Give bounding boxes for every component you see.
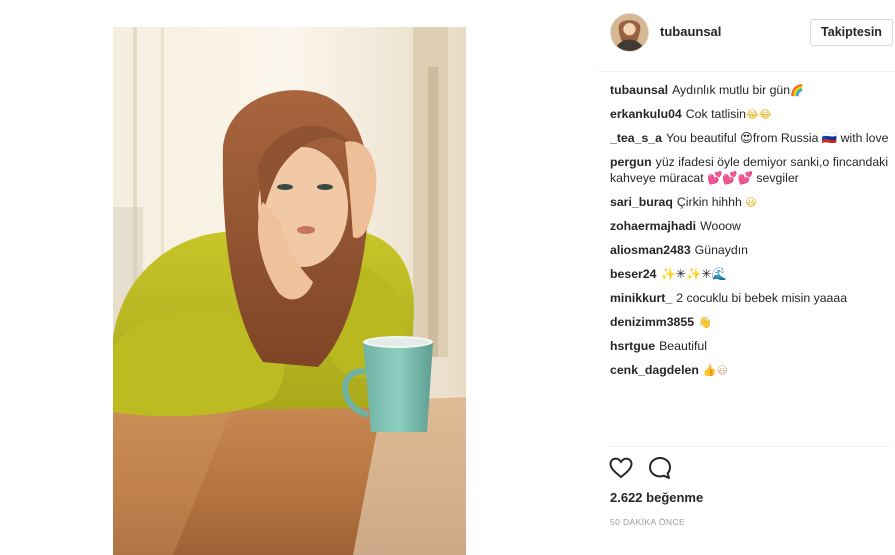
comment-item: zohaermajhadi Wooow	[610, 218, 890, 234]
following-button[interactable]: Takiptesin	[810, 19, 893, 46]
comment-item: cenk_dagdelen 👍😃	[610, 362, 890, 378]
comment-item: pergun yüz ifadesi öyle demiyor sanki,o f…	[610, 154, 890, 186]
post-photo-illustration	[113, 27, 466, 555]
comment-text: Aydınlık mutlu bir gün	[672, 83, 791, 97]
comment-item: beser24 ✨✳✨✳🌊	[610, 266, 890, 282]
comment-author[interactable]: aliosman2483	[610, 243, 691, 257]
comment-author[interactable]: denizimm3855	[610, 315, 694, 329]
comment-author[interactable]: cenk_dagdelen	[610, 363, 699, 377]
comment-item: denizimm3855 👋	[610, 314, 890, 330]
like-count[interactable]: 2.622 beğenme	[610, 490, 703, 505]
comment-icon[interactable]	[647, 455, 673, 481]
post-side-panel: tubaunsal Takiptesin tubaunsal Aydınlık m…	[598, 0, 895, 555]
laughing-face-icon: 😂😂	[745, 109, 772, 121]
rainbow-icon: 🌈	[790, 85, 804, 97]
comment-item: sari_buraq Çirkin hihhh 😃	[610, 194, 890, 210]
comment-text: ✨✳✨✳🌊	[660, 267, 728, 281]
heart-icon[interactable]	[608, 455, 634, 481]
comment-item: aliosman2483 Günaydın	[610, 242, 890, 258]
comment-author[interactable]: hsrtgue	[610, 339, 655, 353]
thumbs-up-icon: 👍😃	[702, 365, 729, 377]
comment-item: _tea_s_a You beautiful 😍from Russia 🇷🇺 wi…	[610, 130, 890, 146]
username[interactable]: tubaunsal	[660, 24, 721, 39]
comment-list[interactable]: tubaunsal Aydınlık mutlu bir gün🌈 erkanku…	[610, 82, 890, 440]
waving-hand-icon: 👋	[698, 317, 712, 329]
comment-author[interactable]: tubaunsal	[610, 83, 668, 97]
comment-text: Beautiful	[659, 339, 707, 353]
comment-item: erkankulu04 Cok tatlisin😂😂	[610, 106, 890, 122]
comment-text: Çirkin hihhh	[676, 195, 742, 209]
post-actions	[608, 455, 728, 485]
post-header: tubaunsal Takiptesin	[598, 0, 895, 72]
comment-text: 2 cocuklu bi bebek misin yaaaa	[676, 291, 848, 305]
comment-author[interactable]: minikkurt_	[610, 291, 672, 305]
divider	[610, 446, 890, 447]
comment-text: Cok tatlisin	[685, 107, 746, 121]
comment-author[interactable]: beser24	[610, 267, 657, 281]
comment-item: tubaunsal Aydınlık mutlu bir gün🌈	[610, 82, 890, 98]
comment-text: You beautiful 😍from Russia 🇷🇺 with love	[665, 131, 889, 145]
comment-author[interactable]: _tea_s_a	[610, 131, 662, 145]
comment-item: hsrtgue Beautiful	[610, 338, 890, 354]
post-photo[interactable]	[113, 27, 466, 555]
comment-text: Wooow	[700, 219, 741, 233]
comment-author[interactable]: zohaermajhadi	[610, 219, 696, 233]
avatar-image	[611, 14, 648, 51]
comment-item: minikkurt_ 2 cocuklu bi bebek misin yaaaa	[610, 290, 890, 306]
avatar[interactable]	[610, 13, 649, 52]
comment-text: Günaydın	[694, 243, 748, 257]
comment-author[interactable]: sari_buraq	[610, 195, 673, 209]
comment-author[interactable]: pergun	[610, 155, 652, 169]
post-timestamp[interactable]: 50 DAKİKA ÖNCE	[610, 517, 685, 527]
comment-author[interactable]: erkankulu04	[610, 107, 682, 121]
smiley-face-icon: 😃	[745, 197, 757, 209]
